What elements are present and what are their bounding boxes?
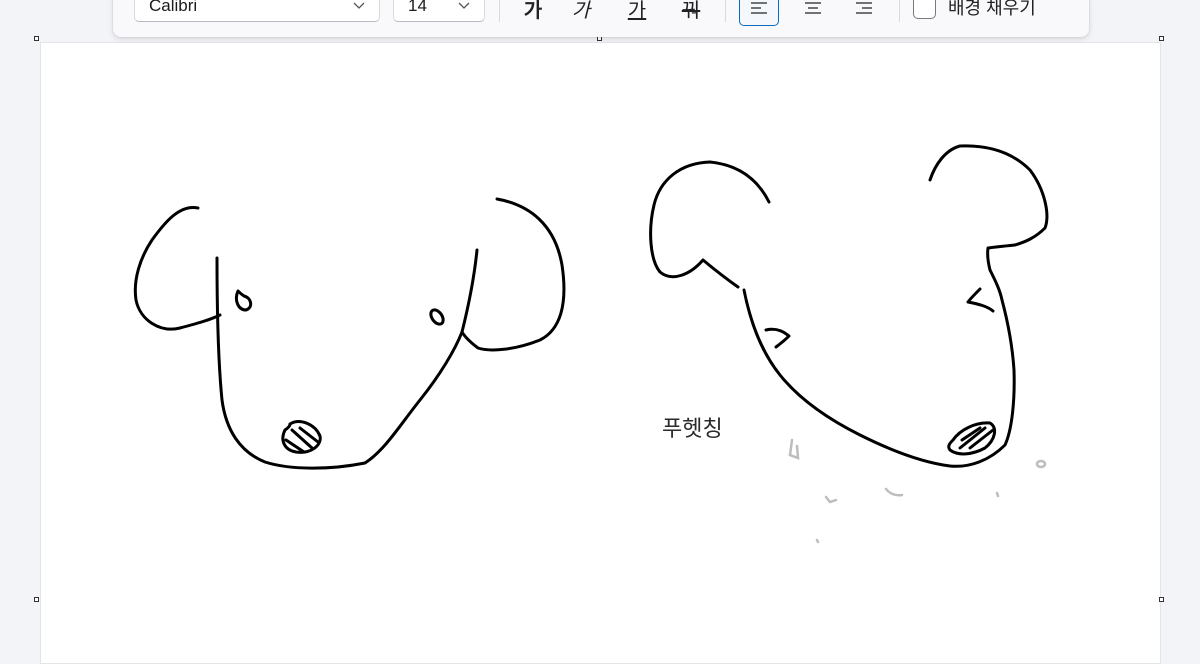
left-dog-left-ear — [133, 205, 222, 331]
align-left-icon — [751, 2, 767, 14]
chevron-down-icon — [458, 2, 470, 9]
bold-button[interactable]: 가 — [513, 0, 553, 26]
font-size-dropdown[interactable]: 14 — [393, 0, 485, 22]
left-dog-left-eye — [234, 289, 253, 312]
smudge-6 — [1035, 459, 1047, 469]
right-dog-nose — [947, 421, 997, 456]
font-family-value: Calibri — [149, 0, 198, 15]
align-center-button[interactable] — [793, 0, 833, 26]
right-dog-left-eye — [764, 327, 791, 349]
fill-background-label: 배경 채우기 — [948, 0, 1036, 18]
left-dog-right-ear — [460, 197, 566, 352]
smudge-1 — [788, 438, 800, 460]
font-size-value: 14 — [408, 0, 427, 15]
right-dog-left-ear — [649, 160, 771, 289]
freehand-drawing — [133, 144, 1049, 544]
font-family-dropdown[interactable]: Calibri — [134, 0, 380, 22]
smudge-4 — [995, 491, 1000, 498]
toolbar-separator — [899, 0, 900, 22]
canvas-text-box[interactable]: 푸헷칭 — [662, 411, 723, 443]
right-dog-right-eye — [966, 287, 995, 313]
toolbar-separator — [725, 0, 726, 22]
smudge-3 — [884, 487, 904, 497]
smudge-5 — [815, 538, 820, 544]
left-dog-face-outline — [215, 248, 479, 470]
underline-button[interactable]: 가 — [617, 0, 657, 26]
smudge-2 — [824, 495, 838, 504]
fill-background-checkbox[interactable] — [913, 0, 936, 19]
align-right-button[interactable] — [844, 0, 884, 26]
text-format-toolbar: Calibri 14 가 가 가 꿔 배경 채우기 — [113, 0, 1089, 37]
align-left-button[interactable] — [739, 0, 779, 26]
align-right-icon — [856, 2, 872, 14]
right-dog-right-ear — [928, 144, 1049, 272]
toolbar-separator — [499, 0, 500, 22]
italic-button[interactable]: 가 — [561, 0, 601, 26]
chevron-down-icon — [353, 2, 365, 9]
align-center-icon — [805, 2, 821, 14]
left-dog-right-eye — [429, 308, 445, 326]
left-dog-nose — [281, 420, 322, 454]
strikethrough-button[interactable]: 꿔 — [671, 0, 711, 26]
